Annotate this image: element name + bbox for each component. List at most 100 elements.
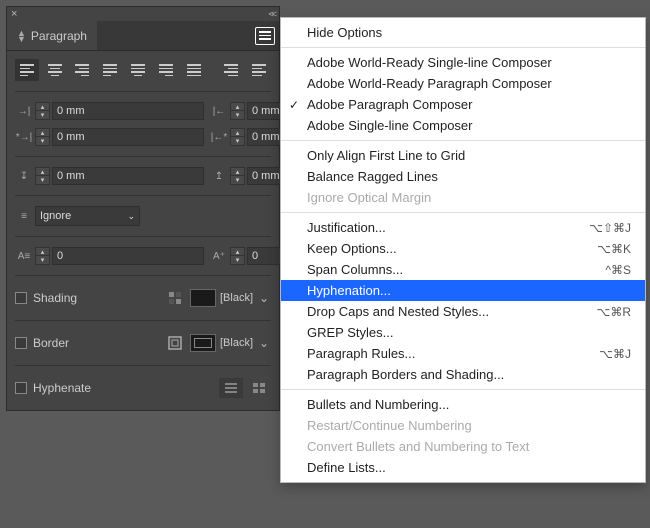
menu-item-label: Span Columns...: [307, 262, 403, 277]
menu-item-label: Hyphenation...: [307, 283, 391, 298]
tab-arrows-icon: ▲▼: [17, 30, 26, 42]
shading-checkbox[interactable]: [15, 292, 27, 304]
align-center-button[interactable]: [43, 59, 67, 81]
menu-item[interactable]: Paragraph Borders and Shading...: [281, 364, 645, 385]
stepper[interactable]: ▴▾: [230, 247, 245, 265]
menu-item-label: Restart/Continue Numbering: [307, 418, 472, 433]
menu-item-label: Paragraph Rules...: [307, 346, 415, 361]
menu-item-label: Bullets and Numbering...: [307, 397, 449, 412]
menu-shortcut: ⌥⌘K: [597, 242, 631, 256]
menu-item[interactable]: Hide Options: [281, 22, 645, 43]
menu-shortcut: ^⌘S: [605, 263, 631, 277]
stepper[interactable]: ▴▾: [35, 247, 50, 265]
alignment-row: [15, 59, 271, 81]
menu-item[interactable]: Drop Caps and Nested Styles... ⌥⌘R: [281, 301, 645, 322]
menu-shortcut: ⌥⌘R: [597, 305, 632, 319]
panel-menu-button[interactable]: [255, 27, 275, 45]
space-before-input[interactable]: [52, 167, 204, 185]
shading-color-label: [Black]: [220, 292, 253, 304]
menu-item-label: Only Align First Line to Grid: [307, 148, 465, 163]
menu-item[interactable]: Define Lists...: [281, 457, 645, 478]
menu-item-label: Hide Options: [307, 25, 382, 40]
menu-item-label: Ignore Optical Margin: [307, 190, 431, 205]
paragraph-panel: × << ▲▼ Paragraph →|▴▾ |←▴▾ *: [6, 6, 280, 411]
menu-item[interactable]: Bullets and Numbering...: [281, 394, 645, 415]
border-checkbox[interactable]: [15, 337, 27, 349]
shading-label: Shading: [33, 291, 77, 305]
align-left-button[interactable]: [15, 59, 39, 81]
menu-shortcut: ⌥⌘J: [599, 347, 631, 361]
menu-separator: [281, 140, 645, 141]
menu-item[interactable]: Adobe Paragraph Composer✓: [281, 94, 645, 115]
close-icon[interactable]: ×: [11, 8, 17, 20]
menu-item[interactable]: Justification... ⌥⇧⌘J: [281, 217, 645, 238]
menu-item-label: Convert Bullets and Numbering to Text: [307, 439, 529, 454]
grid-view-icon[interactable]: [247, 378, 271, 398]
list-view-icon[interactable]: [219, 378, 243, 398]
space-before-icon: ↧: [15, 167, 33, 185]
drop-lines-input[interactable]: [52, 247, 204, 265]
menu-shortcut: ⌥⇧⌘J: [589, 221, 631, 235]
stepper[interactable]: ▴▾: [230, 128, 245, 146]
menu-item-label: Balance Ragged Lines: [307, 169, 438, 184]
align-toward-spine-button[interactable]: [219, 59, 243, 81]
stepper[interactable]: ▴▾: [35, 102, 50, 120]
menu-item[interactable]: Balance Ragged Lines: [281, 166, 645, 187]
menu-item-label: GREP Styles...: [307, 325, 393, 340]
align-right-button[interactable]: [71, 59, 95, 81]
menu-separator: [281, 389, 645, 390]
border-color-swatch[interactable]: [190, 334, 216, 352]
drop-cap-chars-icon: A⁺: [210, 247, 228, 265]
last-line-indent-icon: |←*: [210, 128, 228, 146]
menu-item-label: Paragraph Borders and Shading...: [307, 367, 504, 382]
indent-right-icon: |←: [210, 102, 228, 120]
collapse-icon[interactable]: <<: [268, 9, 275, 19]
menu-item-label: Adobe Single-line Composer: [307, 118, 472, 133]
shading-color-dropdown[interactable]: ⌄: [257, 291, 271, 305]
align-grid-select[interactable]: Ignore⌄: [35, 206, 140, 226]
panel-flyout-menu: Hide Options Adobe World-Ready Single-lin…: [280, 17, 646, 483]
stepper[interactable]: ▴▾: [35, 128, 50, 146]
tab-paragraph[interactable]: ▲▼ Paragraph: [7, 21, 97, 50]
justify-left-button[interactable]: [98, 59, 122, 81]
menu-item[interactable]: Adobe World-Ready Paragraph Composer: [281, 73, 645, 94]
menu-item: Restart/Continue Numbering: [281, 415, 645, 436]
align-away-spine-button[interactable]: [247, 59, 271, 81]
menu-item-label: Justification...: [307, 220, 386, 235]
border-color-dropdown[interactable]: ⌄: [257, 336, 271, 350]
hyphenate-checkbox[interactable]: [15, 382, 27, 394]
menu-item-label: Keep Options...: [307, 241, 397, 256]
hyphenate-label: Hyphenate: [33, 381, 91, 395]
border-color-label: [Black]: [220, 337, 253, 349]
menu-item-label: Adobe World-Ready Paragraph Composer: [307, 76, 552, 91]
menu-item[interactable]: Paragraph Rules... ⌥⌘J: [281, 343, 645, 364]
menu-separator: [281, 47, 645, 48]
align-to-grid-icon: ≡: [15, 207, 33, 225]
first-line-input[interactable]: [52, 128, 204, 146]
shading-color-swatch[interactable]: [190, 289, 216, 307]
drop-cap-lines-icon: A≡: [15, 247, 33, 265]
menu-item[interactable]: Hyphenation...: [281, 280, 645, 301]
stepper[interactable]: ▴▾: [230, 102, 245, 120]
justify-center-button[interactable]: [126, 59, 150, 81]
stepper[interactable]: ▴▾: [35, 167, 50, 185]
justify-right-button[interactable]: [154, 59, 178, 81]
menu-item[interactable]: Adobe World-Ready Single-line Composer: [281, 52, 645, 73]
menu-item[interactable]: Only Align First Line to Grid: [281, 145, 645, 166]
stepper[interactable]: ▴▾: [230, 167, 245, 185]
menu-item-label: Drop Caps and Nested Styles...: [307, 304, 489, 319]
shading-icon[interactable]: [164, 288, 186, 308]
menu-item[interactable]: Adobe Single-line Composer: [281, 115, 645, 136]
panel-title: Paragraph: [31, 29, 87, 43]
menu-item[interactable]: GREP Styles...: [281, 322, 645, 343]
menu-item[interactable]: Keep Options... ⌥⌘K: [281, 238, 645, 259]
menu-item[interactable]: Span Columns... ^⌘S: [281, 259, 645, 280]
justify-all-button[interactable]: [182, 59, 206, 81]
menu-separator: [281, 212, 645, 213]
menu-item-label: Adobe Paragraph Composer: [307, 97, 473, 112]
border-icon[interactable]: [164, 333, 186, 353]
menu-item-label: Define Lists...: [307, 460, 386, 475]
indent-left-input[interactable]: [52, 102, 204, 120]
menu-item: Ignore Optical Margin: [281, 187, 645, 208]
menu-item-label: Adobe World-Ready Single-line Composer: [307, 55, 552, 70]
